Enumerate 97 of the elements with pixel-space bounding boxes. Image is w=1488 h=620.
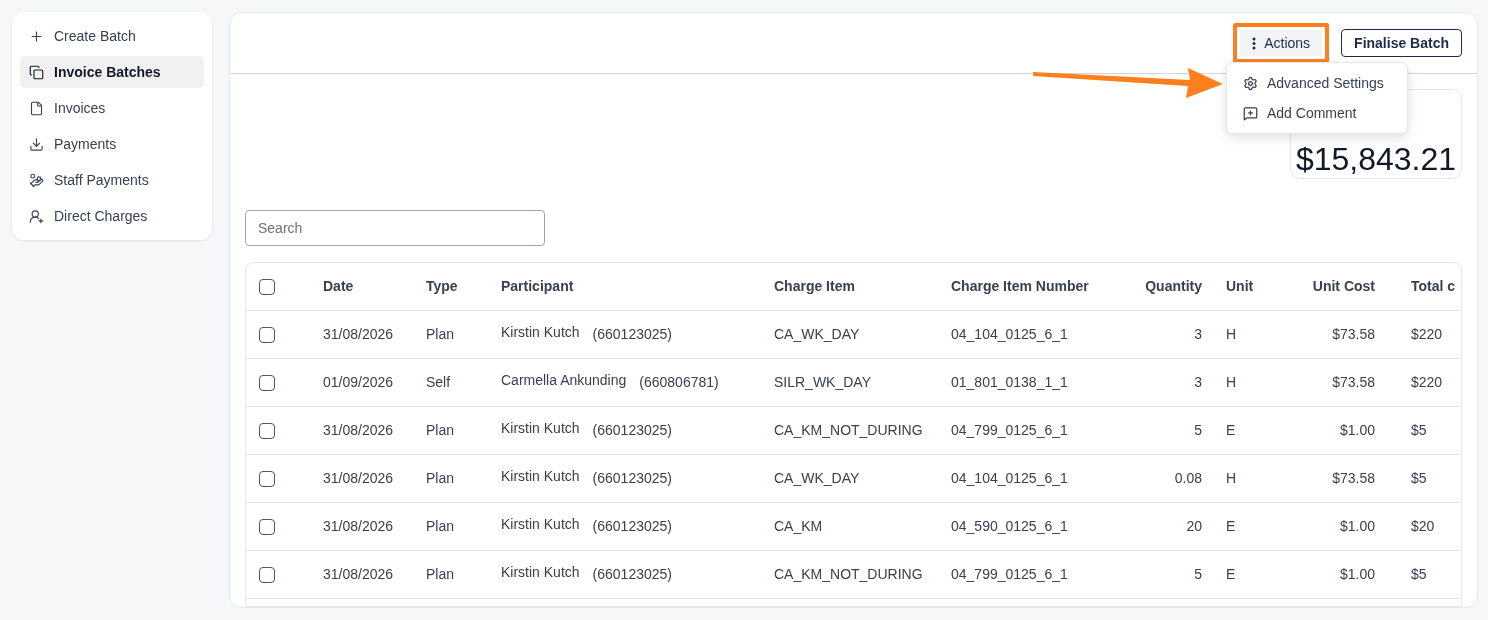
user-plus-icon	[29, 208, 44, 224]
actions-button[interactable]: Actions	[1240, 30, 1323, 56]
table-cell: Plan	[426, 566, 455, 582]
sidebar-item[interactable]: Direct Charges	[20, 200, 204, 232]
participant-name: Carmella Ankunding	[501, 372, 627, 390]
table-cell: 3	[1194, 326, 1202, 342]
table-cell: $5	[1411, 470, 1427, 486]
table-cell: 0.08	[1174, 470, 1202, 486]
column-header[interactable]: Quantity	[1145, 278, 1202, 294]
participant-name: Kirstin Kutch	[501, 420, 580, 438]
sidebar-item[interactable]: Create Batch	[20, 20, 204, 52]
participant-name: Kirstin Kutch	[501, 324, 580, 342]
download-icon	[29, 136, 44, 152]
table-cell: H	[1226, 470, 1237, 486]
table-cell: 04_104_0125_6_1	[951, 470, 1068, 486]
comment-plus-icon	[1243, 105, 1258, 121]
table-cell: CA_WK_DAY	[774, 326, 860, 342]
participant-id: (660123025)	[592, 325, 672, 344]
table-cell: 31/08/2026	[323, 326, 394, 342]
menu-item[interactable]: Add Comment	[1227, 98, 1407, 128]
checkbox[interactable]	[259, 326, 275, 343]
table-cell: 5	[1194, 566, 1202, 582]
column-header[interactable]: Participant	[501, 278, 574, 294]
checkbox[interactable]	[259, 518, 275, 535]
search-field[interactable]: Search	[245, 210, 545, 246]
table-cell: 20	[1186, 518, 1202, 534]
table-cell: 01/09/2026	[323, 374, 394, 390]
table-cell: H	[1226, 374, 1237, 390]
checkbox[interactable]	[259, 470, 275, 487]
table-cell: 01_801_0138_1_1	[951, 374, 1068, 390]
column-header[interactable]: Total c	[1411, 278, 1456, 294]
table-cell: Plan	[426, 518, 455, 534]
table-cell: $1.00	[1339, 566, 1375, 582]
column-header[interactable]: Unit	[1226, 278, 1254, 294]
hand-coins-icon	[29, 172, 44, 188]
table-cell: $20	[1411, 518, 1435, 534]
finalise-batch-button[interactable]: Finalise Batch	[1341, 29, 1462, 57]
more-icon	[1252, 36, 1257, 50]
table-cell: $5	[1411, 422, 1427, 438]
sidebar-item[interactable]: Staff Payments	[20, 164, 204, 196]
table-cell: CA_KM_NOT_DURING	[774, 566, 923, 582]
table-cell: $1.00	[1339, 518, 1375, 534]
menu-item[interactable]: Advanced Settings	[1227, 68, 1407, 98]
table-cell: CA_KM_NOT_DURING	[774, 422, 923, 438]
table-cell: $1.00	[1339, 422, 1375, 438]
table-cell: Plan	[426, 422, 455, 438]
column-header[interactable]: Unit Cost	[1312, 278, 1375, 294]
table-cell: Self	[426, 374, 451, 390]
table-cell: $73.58	[1332, 326, 1375, 342]
table-cell: $73.58	[1332, 374, 1375, 390]
participant-id: (660123025)	[592, 469, 672, 488]
table-cell: 31/08/2026	[323, 566, 394, 582]
table-cell: 5	[1194, 422, 1202, 438]
table-cell: $220	[1411, 326, 1443, 342]
table-cell: Plan	[426, 470, 455, 486]
table-cell: 3	[1194, 374, 1202, 390]
table-cell: H	[1226, 326, 1237, 342]
column-header[interactable]: Charge Item Number	[951, 278, 1089, 294]
sidebar-item[interactable]: Invoice Batches	[20, 56, 204, 88]
checkbox[interactable]	[259, 422, 275, 439]
column-header[interactable]: Type	[426, 278, 458, 294]
participant-id: (660123025)	[592, 565, 672, 584]
table-cell: 04_799_0125_6_1	[951, 566, 1068, 582]
checkbox[interactable]	[259, 278, 275, 295]
file-icon	[29, 100, 44, 116]
table-cell: E	[1226, 566, 1236, 582]
checkbox[interactable]	[259, 374, 275, 391]
column-header[interactable]: Charge Item	[774, 278, 855, 294]
table-cell: $73.58	[1332, 470, 1375, 486]
table-cell: E	[1226, 518, 1236, 534]
participant-name: Kirstin Kutch	[501, 468, 580, 486]
column-header[interactable]: Date	[323, 278, 354, 294]
checkbox[interactable]	[259, 566, 275, 583]
sidebar-item[interactable]: Payments	[20, 128, 204, 160]
participant-id: (660123025)	[592, 517, 672, 536]
table-cell: CA_WK_DAY	[774, 470, 860, 486]
table-cell: SILR_WK_DAY	[774, 374, 871, 390]
participant-name: Kirstin Kutch	[501, 516, 580, 534]
table-cell: 31/08/2026	[323, 518, 394, 534]
table-cell: $5	[1411, 566, 1427, 582]
copy-icon	[29, 64, 44, 80]
table-cell: 04_104_0125_6_1	[951, 326, 1068, 342]
participant-id: (660806781)	[639, 373, 719, 392]
participant-name: Kirstin Kutch	[501, 564, 580, 582]
settings-icon	[1243, 75, 1258, 91]
table-cell: 31/08/2026	[323, 470, 394, 486]
participant-id: (660123025)	[592, 421, 672, 440]
table-cell: 04_799_0125_6_1	[951, 422, 1068, 438]
table-cell: 31/08/2026	[323, 422, 394, 438]
table-cell: Plan	[426, 326, 455, 342]
table-cell: 04_590_0125_6_1	[951, 518, 1068, 534]
table-cell: $220	[1411, 374, 1443, 390]
plus-icon	[29, 28, 44, 44]
total-amount: $15,843.21	[1295, 143, 1457, 175]
sidebar-item[interactable]: Invoices	[20, 92, 204, 124]
table-cell: CA_KM	[774, 518, 823, 534]
table-cell: E	[1226, 422, 1236, 438]
